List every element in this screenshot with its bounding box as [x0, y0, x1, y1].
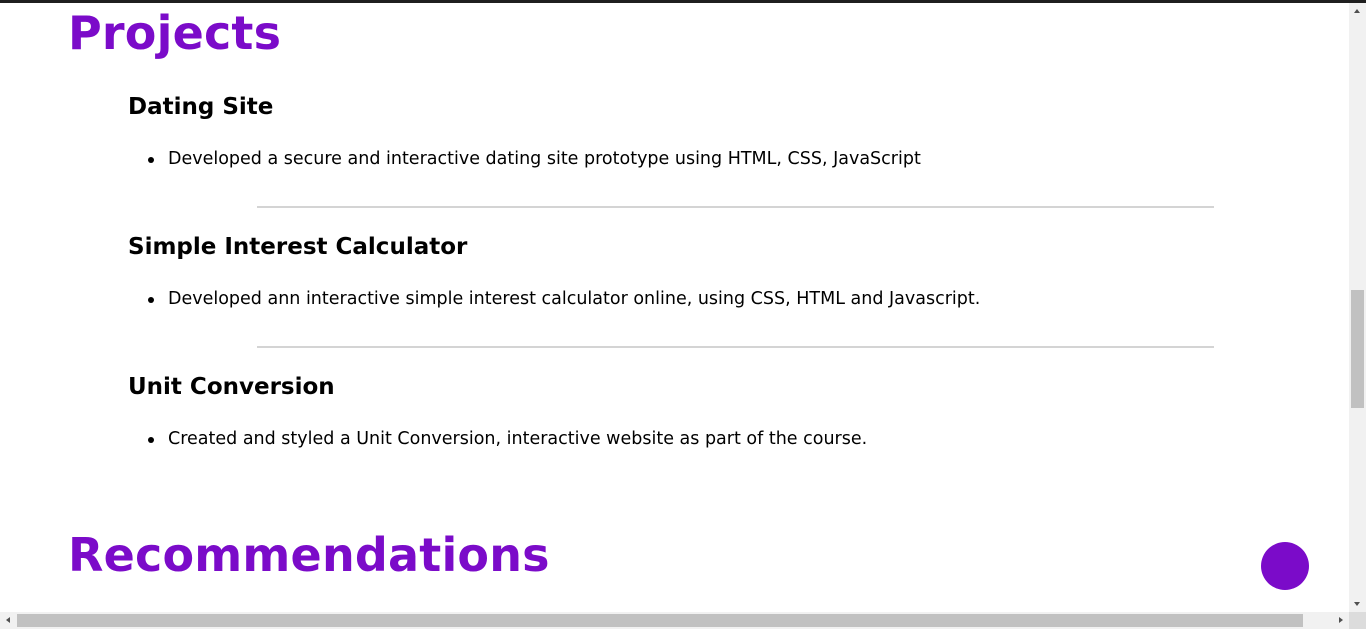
- scroll-down-arrow-icon[interactable]: [1349, 595, 1366, 612]
- horizontal-scrollbar[interactable]: [0, 612, 1349, 629]
- project-list-unit-conversion: Created and styled a Unit Conversion, in…: [128, 429, 868, 449]
- list-item: Created and styled a Unit Conversion, in…: [148, 429, 868, 449]
- scroll-right-arrow-icon[interactable]: [1332, 612, 1349, 629]
- projects-heading: Projects: [68, 6, 282, 60]
- divider: [257, 206, 1214, 208]
- project-title-dating-site: Dating Site: [128, 94, 274, 120]
- scroll-left-arrow-icon[interactable]: [0, 612, 17, 629]
- bullet-icon: [148, 157, 154, 163]
- recommendations-heading: Recommendations: [68, 528, 550, 582]
- list-item: Developed a secure and interactive datin…: [148, 149, 921, 169]
- divider: [257, 346, 1214, 348]
- project-title-unit-conversion: Unit Conversion: [128, 374, 335, 400]
- vertical-scrollbar[interactable]: [1349, 3, 1366, 612]
- page-viewport: Projects Dating Site Developed a secure …: [0, 3, 1349, 612]
- project-description: Developed ann interactive simple interes…: [168, 289, 981, 309]
- project-list-dating-site: Developed a secure and interactive datin…: [128, 149, 921, 169]
- floating-action-button[interactable]: [1261, 542, 1309, 590]
- list-item: Developed ann interactive simple interes…: [148, 289, 981, 309]
- scrollbar-corner: [1349, 612, 1366, 629]
- scroll-up-arrow-icon[interactable]: [1349, 3, 1366, 20]
- bullet-icon: [148, 437, 154, 443]
- project-title-simple-interest-calculator: Simple Interest Calculator: [128, 234, 468, 260]
- horizontal-scrollbar-thumb[interactable]: [17, 614, 1303, 627]
- bullet-icon: [148, 297, 154, 303]
- project-description: Developed a secure and interactive datin…: [168, 149, 921, 169]
- project-description: Created and styled a Unit Conversion, in…: [168, 429, 868, 449]
- vertical-scrollbar-thumb[interactable]: [1351, 290, 1364, 408]
- project-list-simple-interest-calculator: Developed ann interactive simple interes…: [128, 289, 981, 309]
